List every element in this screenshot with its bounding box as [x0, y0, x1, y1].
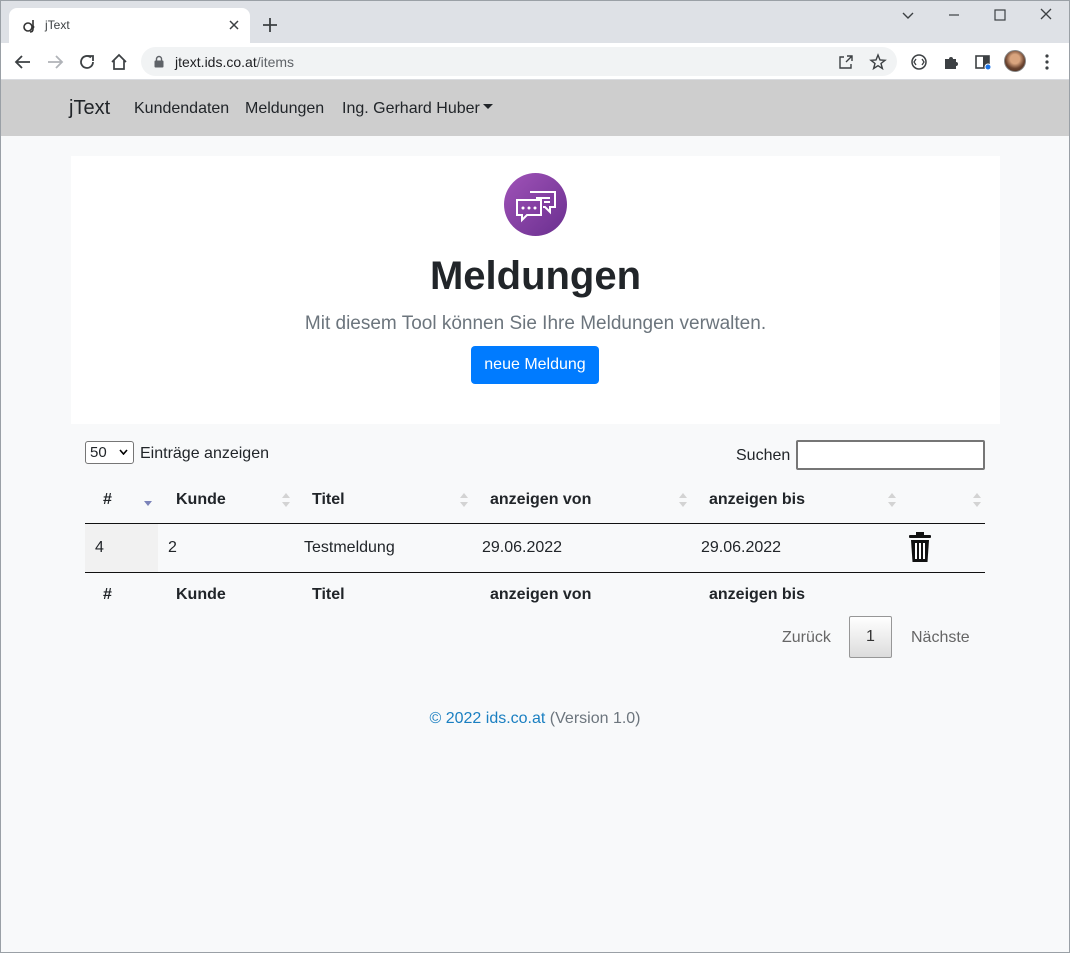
column-header-label: anzeigen bis — [709, 490, 806, 508]
sort-desc-icon — [144, 501, 152, 506]
page-length-select[interactable]: 50 — [85, 441, 134, 464]
footer-column-von: anzeigen von — [490, 586, 592, 604]
column-header-kunde[interactable]: Kunde — [158, 477, 294, 524]
menu-kebab-icon[interactable] — [1036, 51, 1058, 73]
footer-column-actions — [900, 572, 985, 618]
cell-von: 29.06.2022 — [472, 523, 691, 573]
puzzle-icon[interactable] — [940, 51, 962, 73]
forward-icon[interactable] — [44, 51, 66, 73]
messages-table: # Kunde Titel anzeigen von anzeigen bis … — [85, 477, 985, 618]
column-header-titel[interactable]: Titel — [294, 477, 472, 524]
column-header-actions[interactable] — [900, 477, 985, 524]
pagination-next[interactable]: Nächste — [911, 629, 970, 647]
table-footer-row: # Kunde Titel anzeigen von anzeigen bis — [85, 572, 985, 618]
address-bar[interactable]: jtext.ids.co.at/items — [141, 47, 897, 76]
minimize-icon[interactable] — [942, 4, 966, 26]
footer-column-kunde: Kunde — [176, 586, 226, 604]
search-input[interactable] — [796, 440, 985, 470]
footer-column-bis: anzeigen bis — [709, 586, 806, 604]
tab-title: jText — [45, 18, 70, 32]
nav-link-kundendaten[interactable]: Kundendaten — [134, 100, 229, 118]
browser-tabstrip: jText — [0, 0, 1070, 43]
sort-icon — [282, 493, 290, 507]
jumbotron: Meldungen Mit diesem Tool können Sie Ihr… — [71, 156, 1000, 424]
column-header-label: # — [103, 490, 112, 508]
footer-column-titel: Titel — [312, 586, 345, 604]
app-navbar: jText Kundendaten Meldungen Ing. Gerhard… — [1, 80, 1069, 136]
cell-id: 4 — [85, 523, 158, 573]
page-lead: Mit diesem Tool können Sie Ihre Meldunge… — [304, 313, 767, 334]
trash-icon[interactable] — [907, 531, 933, 563]
new-tab-icon[interactable] — [259, 14, 281, 36]
browser-toolbar: jtext.ids.co.at/items — [0, 43, 1070, 80]
new-message-button[interactable]: neue Meldung — [471, 346, 599, 384]
extension-icon[interactable] — [908, 51, 930, 73]
table-header-row: # Kunde Titel anzeigen von anzeigen bis — [85, 477, 985, 524]
footer-copyright-link[interactable]: © 2022 ids.co.at — [429, 710, 545, 727]
user-menu-dropdown[interactable]: Ing. Gerhard Huber — [342, 100, 493, 118]
cell-actions — [900, 523, 985, 573]
footer-column-id: # — [103, 586, 112, 604]
lock-icon[interactable] — [153, 55, 165, 68]
url-text: jtext.ids.co.at/items — [175, 54, 294, 70]
user-menu-label: Ing. Gerhard Huber — [342, 100, 480, 117]
tab-search-icon[interactable] — [896, 4, 920, 26]
sort-icon — [679, 493, 687, 507]
column-header-von[interactable]: anzeigen von — [472, 477, 691, 524]
search-label: Suchen — [736, 447, 791, 464]
url-path: /items — [256, 54, 295, 70]
column-header-label: Kunde — [176, 490, 226, 508]
home-icon[interactable] — [108, 51, 130, 73]
sort-icon — [888, 493, 896, 507]
cell-kunde: 2 — [158, 523, 294, 573]
page-title: Meldungen — [429, 254, 642, 298]
sort-icon — [460, 493, 468, 507]
chevron-down-icon — [482, 104, 493, 109]
sort-icon — [973, 493, 981, 507]
column-header-id[interactable]: # — [85, 477, 158, 524]
column-header-bis[interactable]: anzeigen bis — [691, 477, 900, 524]
url-host: jtext.ids.co.at — [175, 54, 257, 70]
browser-tab[interactable]: jText — [9, 8, 250, 43]
page-length-label: Einträge anzeigen — [140, 445, 269, 462]
nav-link-meldungen[interactable]: Meldungen — [245, 100, 324, 118]
window-close-icon[interactable] — [1034, 4, 1058, 26]
chevron-down-icon — [119, 449, 128, 455]
back-icon[interactable] — [12, 51, 34, 73]
chat-bubbles-icon — [504, 173, 567, 236]
navbar-brand[interactable]: jText — [69, 97, 110, 120]
cell-bis: 29.06.2022 — [691, 523, 900, 573]
pagination-previous[interactable]: Zurück — [782, 629, 831, 647]
maximize-icon[interactable] — [988, 4, 1012, 26]
table-row[interactable]: 4 2 Testmeldung 29.06.2022 29.06.2022 — [85, 523, 985, 573]
reload-icon[interactable] — [76, 51, 98, 73]
cell-titel: Testmeldung — [294, 523, 472, 573]
share-icon[interactable] — [837, 53, 855, 71]
profile-avatar[interactable] — [1004, 50, 1026, 72]
column-header-label: Titel — [312, 490, 345, 508]
page-length-value: 50 — [90, 444, 107, 461]
close-tab-icon[interactable] — [225, 16, 243, 34]
sidepanel-icon[interactable] — [972, 51, 994, 73]
column-header-label: anzeigen von — [490, 490, 592, 508]
jtext-favicon-icon — [23, 20, 35, 33]
footer-version: (Version 1.0) — [549, 710, 641, 727]
pagination-current-page[interactable]: 1 — [849, 616, 892, 658]
bookmark-star-icon[interactable] — [869, 53, 887, 71]
page-footer: © 2022 ids.co.at (Version 1.0) — [0, 710, 1070, 728]
